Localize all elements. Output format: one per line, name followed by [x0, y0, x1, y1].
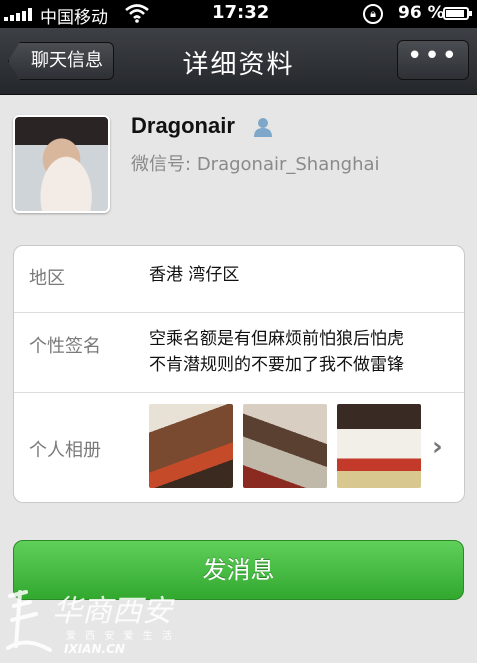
- watermark-title: 华商西安: [52, 594, 172, 629]
- album-photo-1[interactable]: [149, 404, 233, 488]
- more-options-button[interactable]: •••: [397, 40, 469, 80]
- divider: [14, 392, 464, 393]
- wechat-id: 微信号: Dragonair_Shanghai: [131, 150, 380, 176]
- album-photo-3[interactable]: [337, 404, 421, 488]
- chevron-right-icon: ›: [432, 432, 443, 462]
- signature-line-1: 空乘名额是有但麻烦前怕狼后怕虎: [149, 329, 404, 349]
- watermark-logo-icon: [6, 590, 52, 652]
- wechat-id-label: 微信号:: [131, 154, 192, 175]
- profile-name: Dragonair: [131, 113, 235, 138]
- status-bar: 中国移动 17:32 🔒︎ 96 %: [0, 0, 477, 28]
- watermark-url: IXIAN.CN: [64, 642, 125, 656]
- album-label: 个人相册: [29, 440, 101, 461]
- album-photo-2[interactable]: [243, 404, 327, 488]
- signature-line-2: 不肯潜规则的不要加了我不做雷锋: [149, 355, 404, 375]
- carrier-name: 中国移动: [40, 8, 108, 28]
- battery-icon: [443, 7, 472, 20]
- wechat-id-value: Dragonair_Shanghai: [196, 154, 380, 175]
- avatar[interactable]: [13, 115, 110, 213]
- clock: 17:32: [212, 2, 270, 23]
- region-label: 地区: [29, 268, 65, 289]
- watermark-subtitle: 爱 西 安 爱 生 活: [66, 631, 175, 642]
- rotation-lock-icon: 🔒︎: [363, 4, 383, 24]
- region-value: 香港 湾仔区: [149, 265, 240, 285]
- profile-info-card: 地区 香港 湾仔区 个性签名 空乘名额是有但麻烦前怕狼后怕虎 不肯潜规则的不要加…: [13, 245, 465, 503]
- nav-bar: 聊天信息 详细资料 •••: [0, 28, 477, 95]
- male-person-icon: [254, 118, 272, 137]
- signature-label: 个性签名: [29, 336, 101, 357]
- wifi-icon: [125, 4, 149, 23]
- divider: [14, 312, 464, 313]
- battery-percent: 96 %: [398, 3, 445, 23]
